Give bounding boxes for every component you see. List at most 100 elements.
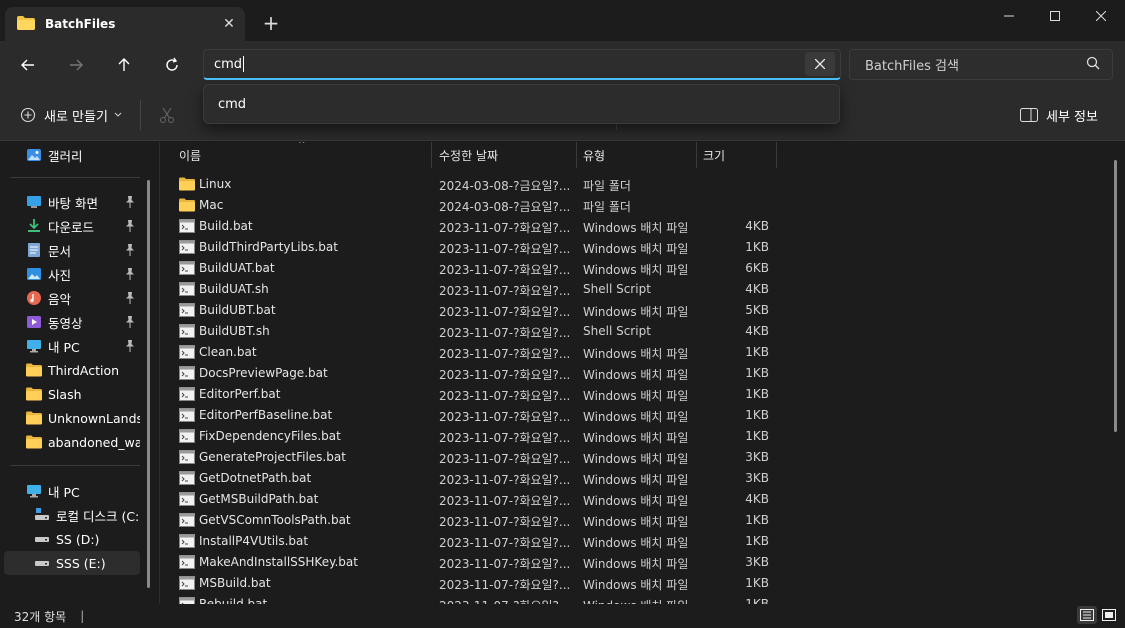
- large-icons-view-button[interactable]: [1099, 606, 1119, 624]
- sidebar-item-gallery[interactable]: 갤러리: [4, 143, 140, 167]
- file-date: 2023-11-07-?화요일?...: [439, 347, 571, 361]
- desktop-icon: [26, 194, 42, 210]
- drive-icon: [34, 555, 50, 571]
- file-row[interactable]: Rebuild.bat 2023-11-07-?화요일?... Windows 배치…: [161, 594, 1101, 604]
- pin-icon[interactable]: [125, 196, 137, 208]
- forward-button[interactable]: [60, 49, 92, 81]
- search-input[interactable]: BatchFiles 검색: [849, 49, 1113, 80]
- bat-file-icon: [179, 534, 195, 548]
- file-row[interactable]: DocsPreviewPage.bat 2023-11-07-?화요일?... Wi…: [161, 363, 1101, 384]
- file-row[interactable]: BuildUAT.sh 2023-11-07-?화요일?... Shell Scri…: [161, 279, 1101, 300]
- sidebar-item-quick-access[interactable]: 동영상: [4, 310, 140, 334]
- file-row[interactable]: GetVSComnToolsPath.bat 2023-11-07-?화요일?..…: [161, 510, 1101, 531]
- details-view-icon: [1080, 609, 1094, 621]
- new-tab-button[interactable]: +: [258, 10, 284, 36]
- file-name: GetDotnetPath.bat: [199, 471, 312, 485]
- file-row[interactable]: FixDependencyFiles.bat 2023-11-07-?화요일?..…: [161, 426, 1101, 447]
- file-row[interactable]: EditorPerf.bat 2023-11-07-?화요일?... Windows…: [161, 384, 1101, 405]
- search-icon[interactable]: [1086, 56, 1102, 72]
- file-name: BuildUAT.bat: [199, 261, 275, 275]
- sidebar-item-quick-access[interactable]: 내 PC: [4, 334, 140, 358]
- file-row[interactable]: Clean.bat 2023-11-07-?화요일?... Windows 배치 파…: [161, 342, 1101, 363]
- new-button[interactable]: 새로 만들기: [20, 104, 122, 126]
- sidebar-item-quick-access[interactable]: ThirdAction: [4, 358, 140, 382]
- chevron-down-icon: [114, 112, 122, 117]
- column-separator[interactable]: [431, 142, 432, 168]
- item-count: 32개 항목: [14, 609, 67, 624]
- file-date: 2023-11-07-?화요일?...: [439, 368, 571, 382]
- column-header-name[interactable]: 이름: [173, 142, 431, 168]
- sidebar-scrollbar[interactable]: [147, 180, 150, 588]
- pin-icon[interactable]: [125, 268, 137, 280]
- file-date: 2023-11-07-?화요일?...: [439, 389, 571, 403]
- bat-file-icon: [179, 408, 195, 422]
- file-list: ^ 이름 수정한 날짜 유형 크기 Linux 2024-03-08-?금요일?.…: [161, 142, 1125, 604]
- file-name: Clean.bat: [199, 345, 257, 359]
- sidebar-item-drive[interactable]: SSS (E:): [4, 551, 140, 575]
- file-row[interactable]: InstallP4VUtils.bat 2023-11-07-?화요일?... Wi…: [161, 531, 1101, 552]
- pin-icon[interactable]: [125, 220, 137, 232]
- download-icon: [26, 218, 42, 234]
- refresh-button[interactable]: [156, 49, 188, 81]
- file-row[interactable]: MakeAndInstallSSHKey.bat 2023-11-07-?화요일?…: [161, 552, 1101, 573]
- file-row[interactable]: Build.bat 2023-11-07-?화요일?... Windows 배치 파…: [161, 216, 1101, 237]
- file-date: 2023-11-07-?화요일?...: [439, 557, 571, 571]
- column-header-size[interactable]: 크기: [697, 142, 775, 168]
- file-row[interactable]: GenerateProjectFiles.bat 2023-11-07-?화요일?…: [161, 447, 1101, 468]
- sidebar-item-this-pc[interactable]: 내 PC: [4, 479, 140, 503]
- arrow-right-icon: [70, 59, 83, 71]
- up-button[interactable]: [108, 49, 140, 81]
- file-row[interactable]: BuildUAT.bat 2023-11-07-?화요일?... Windows 배…: [161, 258, 1101, 279]
- file-row[interactable]: EditorPerfBaseline.bat 2023-11-07-?화요일?..…: [161, 405, 1101, 426]
- sidebar-item-drive[interactable]: 로컬 디스크 (C:: [4, 503, 140, 527]
- pin-icon[interactable]: [125, 244, 137, 256]
- gallery-icon: [26, 147, 42, 163]
- sidebar-item-quick-access[interactable]: 사진: [4, 262, 140, 286]
- sidebar-item-quick-access[interactable]: 음악: [4, 286, 140, 310]
- file-type: Windows 배치 파일: [583, 473, 689, 487]
- bat-file-icon: [179, 597, 195, 604]
- folder-icon: [26, 434, 42, 450]
- file-row[interactable]: GetMSBuildPath.bat 2023-11-07-?화요일?... Win…: [161, 489, 1101, 510]
- sidebar-item-quick-access[interactable]: Slash: [4, 382, 140, 406]
- column-header-type[interactable]: 유형: [577, 142, 695, 168]
- address-input[interactable]: cmd: [203, 49, 841, 80]
- cut-button[interactable]: [158, 106, 176, 127]
- file-row[interactable]: MSBuild.bat 2023-11-07-?화요일?... Windows 배치…: [161, 573, 1101, 594]
- tab-title: BatchFiles: [45, 17, 116, 31]
- file-row[interactable]: BuildUBT.bat 2023-11-07-?화요일?... Windows 배…: [161, 300, 1101, 321]
- tab-batchfiles[interactable]: BatchFiles ✕: [5, 7, 245, 41]
- file-row[interactable]: BuildUBT.sh 2023-11-07-?화요일?... Shell Scri…: [161, 321, 1101, 342]
- sidebar-item-quick-access[interactable]: 다운로드: [4, 214, 140, 238]
- file-size: 3KB: [745, 471, 769, 485]
- details-pane-button[interactable]: 세부 정보: [1020, 104, 1098, 126]
- address-suggestion[interactable]: cmd: [203, 84, 840, 124]
- details-view-button[interactable]: [1077, 606, 1097, 624]
- sidebar-item-quick-access[interactable]: abandoned_wav_: [4, 430, 140, 454]
- clear-address-button[interactable]: [805, 52, 835, 76]
- pin-icon[interactable]: [125, 292, 137, 304]
- file-row[interactable]: GetDotnetPath.bat 2023-11-07-?화요일?... Wind…: [161, 468, 1101, 489]
- sidebar-label: SSS (E:): [56, 555, 106, 571]
- file-row[interactable]: BuildThirdPartyLibs.bat 2023-11-07-?화요일?.…: [161, 237, 1101, 258]
- sidebar-item-quick-access[interactable]: UnknownLands: [4, 406, 140, 430]
- pin-icon[interactable]: [125, 316, 137, 328]
- maximize-button[interactable]: [1032, 0, 1078, 32]
- sidebar-item-quick-access[interactable]: 바탕 화면: [4, 190, 140, 214]
- file-row[interactable]: Linux 2024-03-08-?금요일?... 파일 폴더: [161, 174, 1101, 195]
- sidebar-divider: [10, 177, 140, 178]
- column-header-date[interactable]: 수정한 날짜: [433, 142, 575, 168]
- close-tab-icon[interactable]: ✕: [217, 12, 241, 36]
- column-separator[interactable]: [776, 142, 777, 168]
- pin-icon[interactable]: [125, 340, 137, 352]
- file-date: 2023-11-07-?화요일?...: [439, 597, 573, 604]
- file-list-scrollbar[interactable]: [1114, 160, 1117, 432]
- close-window-button[interactable]: [1078, 0, 1124, 32]
- sidebar-item-quick-access[interactable]: 문서: [4, 238, 140, 262]
- sidebar-item-drive[interactable]: SS (D:): [4, 527, 140, 551]
- minimize-button[interactable]: [986, 0, 1032, 32]
- bat-file-icon: [179, 492, 195, 506]
- file-row[interactable]: Mac 2024-03-08-?금요일?... 파일 폴더: [161, 195, 1101, 216]
- back-button[interactable]: [12, 49, 44, 81]
- file-size: 3KB: [745, 450, 769, 464]
